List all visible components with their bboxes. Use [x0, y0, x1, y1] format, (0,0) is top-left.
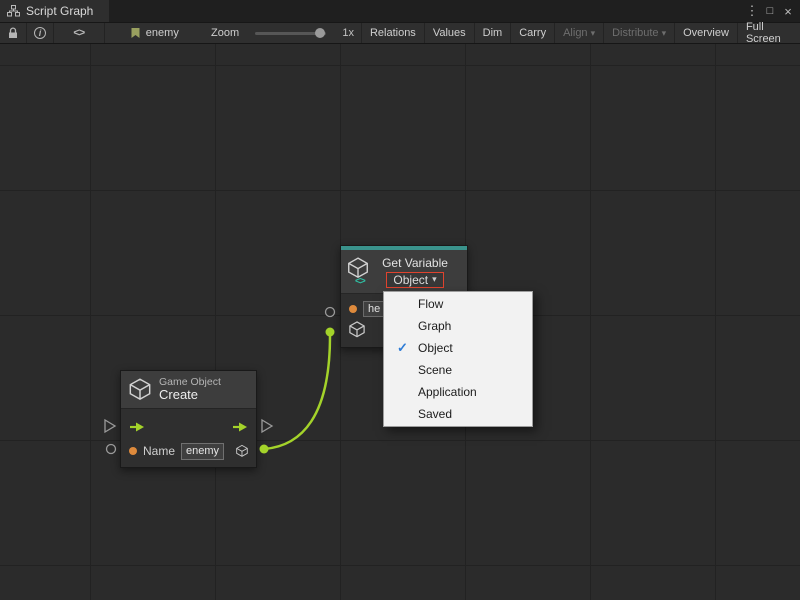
zoom-slider-handle[interactable] [315, 28, 325, 38]
dim-button[interactable]: Dim [474, 23, 511, 43]
titlebar-drag-area [109, 0, 744, 22]
graph-icon [7, 5, 20, 17]
distribute-button[interactable]: Distribute ▾ [603, 23, 674, 43]
chevron-down-icon: ▾ [432, 274, 437, 285]
fullscreen-button[interactable]: Full Screen [737, 23, 800, 43]
name-port-label: Name [143, 444, 175, 458]
zoom-label: Zoom [204, 23, 246, 43]
code-icon: <> [355, 276, 365, 287]
chevron-down-icon: ▾ [662, 28, 667, 39]
graph-toolbar: i <> enemy Zoom 1x Relations Values Dim … [0, 22, 800, 44]
node-create-game-object[interactable]: Game Object Create Name enemy [120, 370, 257, 468]
menu-item-application[interactable]: Application [384, 381, 532, 403]
zoom-slider[interactable] [255, 32, 326, 35]
check-icon: ✓ [395, 340, 410, 356]
close-icon[interactable]: × [780, 4, 796, 19]
lock-button[interactable] [0, 23, 27, 43]
window-menu-icon[interactable]: ⋮ [744, 3, 760, 19]
value-input-endpoint[interactable] [107, 445, 116, 454]
value-output-endpoint-connected[interactable] [260, 445, 269, 454]
value-port-dot[interactable] [349, 305, 357, 313]
flow-output-arrow-icon[interactable] [232, 422, 248, 432]
menu-item-saved[interactable]: Saved [384, 403, 532, 425]
titlebar: Script Graph ⋮ □ × [0, 0, 800, 22]
overview-button[interactable]: Overview [674, 23, 737, 43]
cube-icon [129, 378, 151, 401]
node-title: Get Variable [382, 256, 448, 270]
flow-input-arrow-icon[interactable] [129, 422, 145, 432]
zoom-value: 1x [335, 23, 361, 43]
info-icon: i [34, 27, 46, 39]
value-port-dot[interactable] [129, 447, 137, 455]
flow-output-endpoint[interactable] [262, 420, 272, 432]
code-view-button[interactable]: <> [54, 23, 105, 43]
variable-value-endpoint-connected[interactable] [326, 328, 335, 337]
carry-button[interactable]: Carry [510, 23, 554, 43]
tab-title: Script Graph [26, 4, 93, 18]
align-button[interactable]: Align ▾ [554, 23, 603, 43]
graph-canvas[interactable]: <> Get Variable Object ▾ he [0, 44, 800, 600]
maximize-icon[interactable]: □ [762, 5, 778, 17]
info-button[interactable]: i [27, 23, 54, 43]
flow-input-endpoint[interactable] [105, 420, 115, 432]
chevron-down-icon: ▾ [591, 28, 596, 39]
name-value-input[interactable]: enemy [181, 443, 224, 460]
graph-bookmark-icon [130, 27, 141, 39]
variable-scope-dropdown[interactable]: Object ▾ [386, 272, 443, 288]
values-button[interactable]: Values [424, 23, 474, 43]
tab-script-graph[interactable]: Script Graph [0, 0, 109, 22]
graph-name: enemy [146, 27, 179, 39]
code-icon: <> [73, 27, 84, 39]
graph-breadcrumb[interactable]: enemy [123, 23, 186, 43]
menu-item-graph[interactable]: Graph [384, 315, 532, 337]
cube-output-icon[interactable] [236, 443, 248, 459]
variable-name-endpoint[interactable] [326, 308, 335, 317]
connection-wire[interactable] [264, 336, 330, 449]
menu-item-scene[interactable]: Scene [384, 359, 532, 381]
node-title: Create [159, 388, 221, 403]
relations-button[interactable]: Relations [361, 23, 424, 43]
menu-item-flow[interactable]: Flow [384, 293, 532, 315]
menu-item-object[interactable]: ✓ Object [384, 337, 532, 359]
scope-dropdown-menu: Flow Graph ✓ Object Scene Application Sa… [383, 291, 533, 427]
lock-icon [7, 27, 19, 39]
cube-output-icon[interactable] [349, 321, 365, 338]
